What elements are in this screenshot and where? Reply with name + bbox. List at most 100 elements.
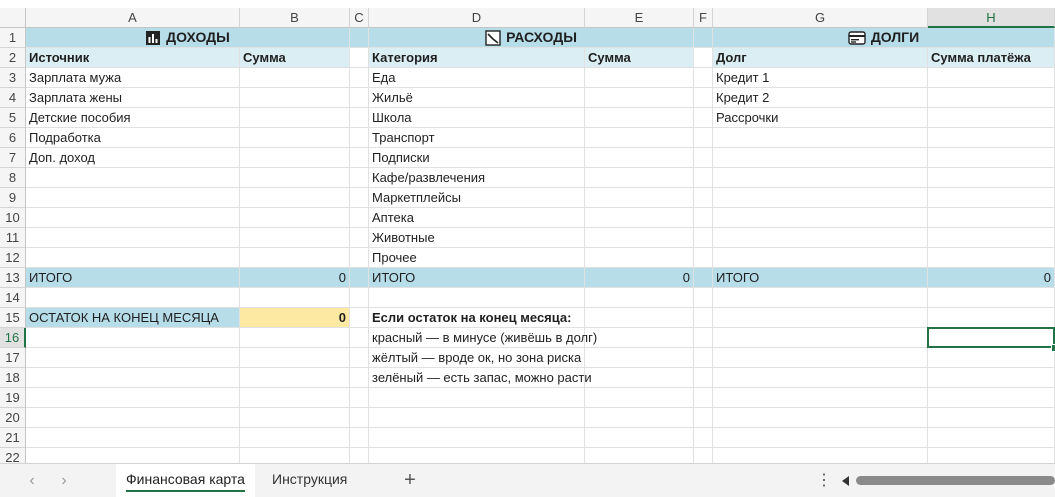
cell-c4[interactable] (350, 88, 369, 108)
cell-h15[interactable] (928, 308, 1055, 328)
cell-c17[interactable] (350, 348, 369, 368)
cell-g10[interactable] (713, 208, 928, 228)
cell-c10[interactable] (350, 208, 369, 228)
cell-b15[interactable]: 0 (240, 308, 350, 328)
cell-f19[interactable] (694, 388, 713, 408)
cell-g21[interactable] (713, 428, 928, 448)
cell-a2[interactable]: Источник (26, 48, 240, 68)
cell-e12[interactable] (585, 248, 694, 268)
cell-g2[interactable]: Долг (713, 48, 928, 68)
tab-financial-map[interactable]: Финансовая карта (116, 464, 255, 497)
cell-e2[interactable]: Сумма (585, 48, 694, 68)
row-header-15[interactable]: 15 (0, 308, 26, 328)
cell-g19[interactable] (713, 388, 928, 408)
cell-h4[interactable] (928, 88, 1055, 108)
cell-e7[interactable] (585, 148, 694, 168)
cell-b21[interactable] (240, 428, 350, 448)
cell-d8[interactable]: Кафе/развлечения (369, 168, 585, 188)
cell-g16[interactable] (713, 328, 928, 348)
cell-g13[interactable]: ИТОГО (713, 268, 928, 288)
cell-e10[interactable] (585, 208, 694, 228)
cell-e11[interactable] (585, 228, 694, 248)
cell-f12[interactable] (694, 248, 713, 268)
cell-d4[interactable]: Жильё (369, 88, 585, 108)
cell-e19[interactable] (585, 388, 694, 408)
cell-d10[interactable]: Аптека (369, 208, 585, 228)
column-header-c[interactable]: C (350, 8, 369, 28)
cell-e20[interactable] (585, 408, 694, 428)
cell-a21[interactable] (26, 428, 240, 448)
horizontal-scrollbar[interactable] (856, 476, 1055, 485)
cell-f16[interactable] (694, 328, 713, 348)
cell-c11[interactable] (350, 228, 369, 248)
cell-f4[interactable] (694, 88, 713, 108)
cell-h22[interactable] (928, 448, 1055, 463)
cell-f20[interactable] (694, 408, 713, 428)
cell-a20[interactable] (26, 408, 240, 428)
cell-a3[interactable]: Зарплата мужа (26, 68, 240, 88)
cell-e6[interactable] (585, 128, 694, 148)
cell-f1[interactable] (694, 28, 713, 48)
cell-e9[interactable] (585, 188, 694, 208)
cell-g5[interactable]: Рассрочки (713, 108, 928, 128)
cell-f22[interactable] (694, 448, 713, 463)
column-header-d[interactable]: D (369, 8, 585, 28)
cell-h20[interactable] (928, 408, 1055, 428)
cell-e16[interactable] (585, 328, 694, 348)
cell-g6[interactable] (713, 128, 928, 148)
row-header-9[interactable]: 9 (0, 188, 26, 208)
cell-d19[interactable] (369, 388, 585, 408)
cell-f17[interactable] (694, 348, 713, 368)
cell-h11[interactable] (928, 228, 1055, 248)
row-header-1[interactable]: 1 (0, 28, 26, 48)
cell-e15[interactable] (585, 308, 694, 328)
cell-e18[interactable] (585, 368, 694, 388)
cell-h18[interactable] (928, 368, 1055, 388)
cell-d16[interactable]: красный — в минусе (живёшь в долг) (369, 328, 597, 348)
cell-h6[interactable] (928, 128, 1055, 148)
cell-f18[interactable] (694, 368, 713, 388)
cell-d7[interactable]: Подписки (369, 148, 585, 168)
cell-f6[interactable] (694, 128, 713, 148)
cell-b19[interactable] (240, 388, 350, 408)
cell-c9[interactable] (350, 188, 369, 208)
cell-h17[interactable] (928, 348, 1055, 368)
cell-d6[interactable]: Транспорт (369, 128, 585, 148)
cell-f10[interactable] (694, 208, 713, 228)
cell-a13[interactable]: ИТОГО (26, 268, 240, 288)
cell-d9[interactable]: Маркетплейсы (369, 188, 585, 208)
debts-section-title[interactable]: ДОЛГИ (713, 28, 1055, 48)
cell-h3[interactable] (928, 68, 1055, 88)
column-header-e[interactable]: E (585, 8, 694, 28)
cell-b13[interactable]: 0 (240, 268, 350, 288)
cell-h7[interactable] (928, 148, 1055, 168)
cell-g20[interactable] (713, 408, 928, 428)
cell-h13[interactable]: 0 (928, 268, 1055, 288)
cell-c5[interactable] (350, 108, 369, 128)
row-header-2[interactable]: 2 (0, 48, 26, 68)
row-header-22[interactable]: 22 (0, 448, 26, 463)
cell-d14[interactable] (369, 288, 585, 308)
row-header-14[interactable]: 14 (0, 288, 26, 308)
cell-e4[interactable] (585, 88, 694, 108)
row-header-20[interactable]: 20 (0, 408, 26, 428)
cell-f3[interactable] (694, 68, 713, 88)
cell-e8[interactable] (585, 168, 694, 188)
cell-d11[interactable]: Животные (369, 228, 585, 248)
cell-b17[interactable] (240, 348, 350, 368)
row-header-3[interactable]: 3 (0, 68, 26, 88)
cell-d13[interactable]: ИТОГО (369, 268, 585, 288)
cell-h2[interactable]: Сумма платёжа (928, 48, 1055, 68)
cell-g22[interactable] (713, 448, 928, 463)
cell-d12[interactable]: Прочее (369, 248, 585, 268)
cell-c6[interactable] (350, 128, 369, 148)
row-header-8[interactable]: 8 (0, 168, 26, 188)
cell-f2[interactable] (694, 48, 713, 68)
cell-c7[interactable] (350, 148, 369, 168)
row-header-11[interactable]: 11 (0, 228, 26, 248)
cell-a14[interactable] (26, 288, 240, 308)
cell-f14[interactable] (694, 288, 713, 308)
row-header-19[interactable]: 19 (0, 388, 26, 408)
cell-e5[interactable] (585, 108, 694, 128)
row-header-18[interactable]: 18 (0, 368, 26, 388)
